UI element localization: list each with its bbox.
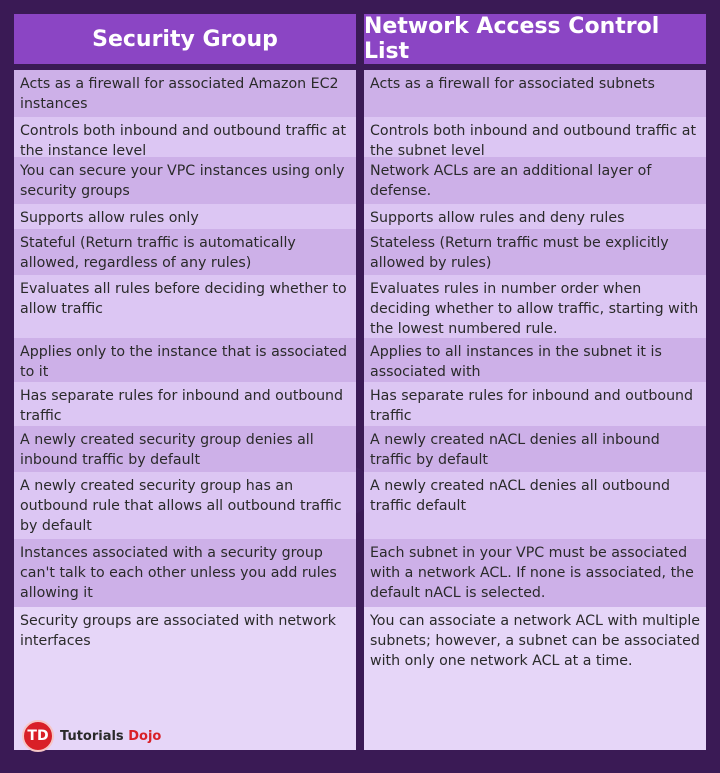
nacl-row-1: Acts as a firewall for associated subnet… [364, 70, 706, 117]
nacl-row-8: Has separate rules for inbound and outbo… [364, 382, 706, 426]
sg-row-7: Applies only to the instance that is ass… [14, 338, 356, 382]
sg-row-3: You can secure your VPC instances using … [14, 157, 356, 204]
nacl-row-12: You can associate a network ACL with mul… [364, 607, 706, 750]
nacl-row-7: Applies to all instances in the subnet i… [364, 338, 706, 382]
sg-row-6: Evaluates all rules before deciding whet… [14, 275, 356, 338]
security-group-column: Security Group Acts as a firewall for as… [14, 14, 356, 750]
security-group-header: Security Group [14, 14, 356, 64]
sg-row-2: Controls both inbound and outbound traff… [14, 117, 356, 157]
sg-row-5: Stateful (Return traffic is automaticall… [14, 229, 356, 275]
nacl-header: Network Access Control List [364, 14, 706, 64]
nacl-row-3: Network ACLs are an additional layer of … [364, 157, 706, 204]
sg-row-4: Supports allow rules only [14, 204, 356, 229]
sg-row-9: A newly created security group denies al… [14, 426, 356, 472]
sg-row-8: Has separate rules for inbound and outbo… [14, 382, 356, 426]
td-logo-icon: TD [22, 720, 54, 752]
nacl-row-4: Supports allow rules and deny rules [364, 204, 706, 229]
nacl-row-9: A newly created nACL denies all inbound … [364, 426, 706, 472]
logo-wordmark: Tutorials Dojo [60, 729, 161, 744]
nacl-row-11: Each subnet in your VPC must be associat… [364, 539, 706, 607]
sg-row-11: Instances associated with a security gro… [14, 539, 356, 607]
sg-row-1: Acts as a firewall for associated Amazon… [14, 70, 356, 117]
nacl-row-5: Stateless (Return traffic must be explic… [364, 229, 706, 275]
nacl-row-2: Controls both inbound and outbound traff… [364, 117, 706, 157]
nacl-column: Network Access Control List Acts as a fi… [364, 14, 706, 750]
logo-accent: Dojo [128, 728, 162, 744]
logo-name: Tutorials [60, 728, 124, 744]
nacl-row-10: A newly created nACL denies all outbound… [364, 472, 706, 539]
nacl-row-6: Evaluates rules in number order when dec… [364, 275, 706, 338]
sg-row-10: A newly created security group has an ou… [14, 472, 356, 539]
tutorials-dojo-logo: TD Tutorials Dojo [22, 720, 161, 752]
